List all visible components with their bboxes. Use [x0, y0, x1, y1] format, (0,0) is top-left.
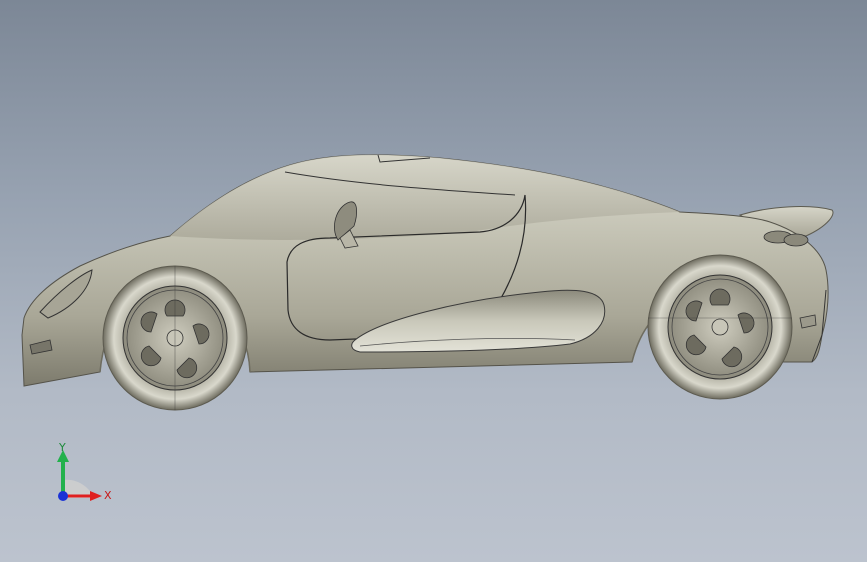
graphics-viewport[interactable]: Y X: [0, 0, 867, 562]
rear-wheel: [647, 254, 793, 400]
reference-triad: Y X: [57, 441, 112, 502]
x-axis-head: [90, 491, 102, 501]
car-model[interactable]: [0, 0, 867, 562]
y-axis-label: Y: [58, 441, 66, 454]
x-axis-label: X: [104, 489, 112, 502]
z-axis-dot: [58, 491, 68, 501]
front-wheel: [102, 265, 248, 411]
